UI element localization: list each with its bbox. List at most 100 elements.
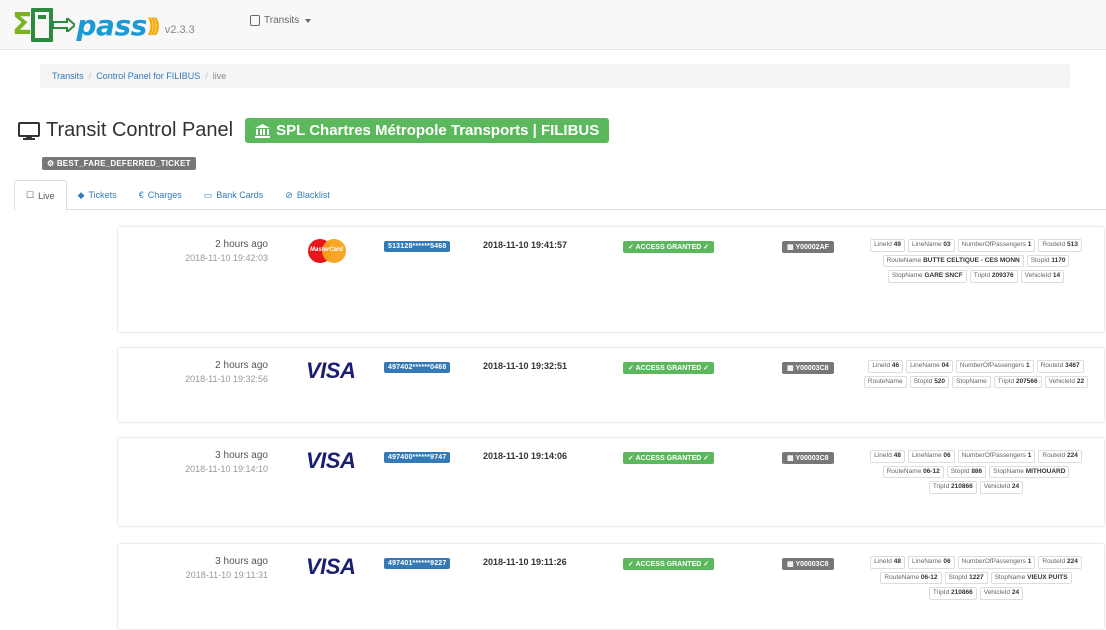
monitor-icon [18,121,40,140]
page-title: Transit Control Panel [46,119,234,141]
attribute-value: 224 [1066,558,1078,565]
transit-attribute: LineId 48 [870,556,905,569]
transits-dropdown[interactable]: Transits [250,15,312,26]
check-icon: ✓ [628,561,636,568]
attribute-key: StopId [1030,256,1050,264]
tab-bar: ☐ Live ◆ Tickets € Charges ▭ Bank Cards … [14,180,1106,211]
access-status-label: ACCESS GRANTED [635,244,702,251]
caret-down-icon [305,18,312,23]
attribute-key: StopId [950,467,970,475]
transit-attribute: TripId 210866 [928,481,977,494]
device-id: Y00003C8 [795,365,829,372]
access-status-badge: ✓ ACCESS GRANTED ✓ [623,452,715,464]
attribute-key: StopId [913,377,933,385]
breadcrumb-live: live [212,71,227,81]
attribute-value: 06 [943,558,951,565]
attribute-key: RouteName [886,467,922,475]
tap-timestamp: 2018-11-10 19:41:57 [483,240,568,250]
attribute-value: 3467 [1065,362,1080,369]
device-badge: ▦ Y00003C8 [782,558,834,570]
tab-live[interactable]: ☐ Live [14,180,67,211]
header: Transit Control Panel SPL Chartres Métro… [18,118,610,143]
arrow-logo-icon [52,18,75,32]
tab-bank-cards[interactable]: ▭ Bank Cards [193,180,275,210]
check-icon: ✓ [628,455,636,462]
transit-attribute: LineName 06 [907,556,955,569]
attribute-key: StopName [994,573,1026,581]
check-icon: ✓ [701,365,710,372]
tab-tickets-label: Tickets [88,190,117,200]
fare-type-badge: ⚙ BEST_FARE_DEFERRED_TICKET [42,157,196,170]
access-status-label: ACCESS GRANTED [635,455,702,462]
transit-attribute: NumberOfPassengers 1 [957,450,1036,463]
attribute-value: 03 [943,241,951,248]
attribute-value: 46 [891,362,900,369]
breadcrumb-control-panel[interactable]: Control Panel for FILIBUS [96,71,200,81]
tab-charges[interactable]: € Charges [128,180,193,210]
check-icon: ✓ [701,455,710,462]
transit-attribute: TripId 207566 [993,375,1042,388]
transit-attribute: LineId 46 [868,360,904,373]
attribute-key: RouteName [867,377,903,385]
attribute-key: LineName [910,362,940,369]
attribute-key: RouteId [1042,241,1066,248]
device-id: Y00003C8 [795,455,829,462]
attribute-key: LineName [911,241,942,248]
transits-dropdown-label: Transits [264,15,300,26]
fare-type-label: BEST_FARE_DEFERRED_TICKET [56,159,191,168]
attribute-value: BUTTE CELTIQUE - CES MONN [923,256,1020,264]
attribute-key: StopName [993,467,1024,475]
card-brand-text: MasterCard [310,247,344,253]
tab-tickets[interactable]: ◆ Tickets [67,180,128,210]
transit-attribute: RouteId 224 [1038,450,1082,463]
transit-attribute: RouteId 513 [1038,239,1082,252]
masked-pan-badge[interactable]: 513128******5468 [384,241,451,252]
access-status-label: ACCESS GRANTED [635,561,702,568]
attribute-value: 1 [1025,362,1030,369]
transit-attribute: StopId 886 [946,465,987,478]
brand-name: pass [76,8,148,42]
device-badge: ▦ Y00002AF [782,241,834,253]
ban-icon: ⊘ [285,189,293,200]
attribute-key: LineId [874,241,892,248]
tab-blacklist-label: Blacklist [296,190,330,200]
relative-time: 3 hours ago [215,556,268,567]
tap-timestamp: 2018-11-10 19:32:51 [483,361,568,371]
attribute-key: RouteId [1040,362,1064,369]
device-badge: ▦ Y00003C8 [782,362,834,374]
breadcrumb-transits[interactable]: Transits [52,71,84,81]
transit-attribute: NumberOfPassengers 1 [955,360,1034,373]
attribute-key: NumberOfPassengers [961,241,1026,248]
visa-logo-icon: VISA [306,358,356,383]
attribute-value: 224 [1066,452,1078,459]
relative-time: 2 hours ago [215,239,268,250]
transit-attributes: LineId 48 LineName 06 NumberOfPassengers 1… [862,450,1090,494]
masked-pan-badge[interactable]: 497402******0468 [384,362,451,373]
check-icon: ✓ [628,244,636,251]
tab-blacklist[interactable]: ⊘ Blacklist [274,180,341,210]
attribute-key: StopName [956,377,987,385]
transit-attribute: StopId 1227 [944,571,988,584]
settings-icon: ⚙ [47,159,55,168]
tap-timestamp: 2018-11-10 19:11:26 [483,557,567,567]
masked-pan-badge[interactable]: 497400******9747 [384,452,451,463]
attribute-key: VehicleId [983,589,1011,596]
transit-attribute: StopName MITHOUARD [989,465,1070,478]
tag-icon: ◆ [77,189,85,200]
attribute-key: VehicleId [1024,272,1052,279]
masked-pan-badge[interactable]: 497401******9227 [384,558,451,569]
absolute-time: 2018-11-10 19:42:03 [185,253,268,263]
attribute-key: RouteId [1042,452,1066,459]
check-icon: ✓ [701,561,710,568]
attribute-key: RouteName [886,256,922,264]
check-icon: ✓ [628,365,636,372]
attribute-value: 1170 [1051,256,1066,264]
transit-row: 3 hours ago 2018-11-10 19:11:31 VISA 497401… [117,543,1105,630]
transit-attribute: VehicleId 24 [979,481,1024,494]
transit-attribute: VehicleId 22 [1044,375,1089,388]
brand-logo[interactable]: Σ pass ))) v2.3.3 [12,6,195,44]
attribute-key: LineId [874,452,892,459]
transit-attribute: RouteId 3467 [1036,360,1084,373]
attribute-value: 06-12 [923,467,940,475]
operator-name: SPL Chartres Métropole Transports | FILI… [276,122,600,139]
